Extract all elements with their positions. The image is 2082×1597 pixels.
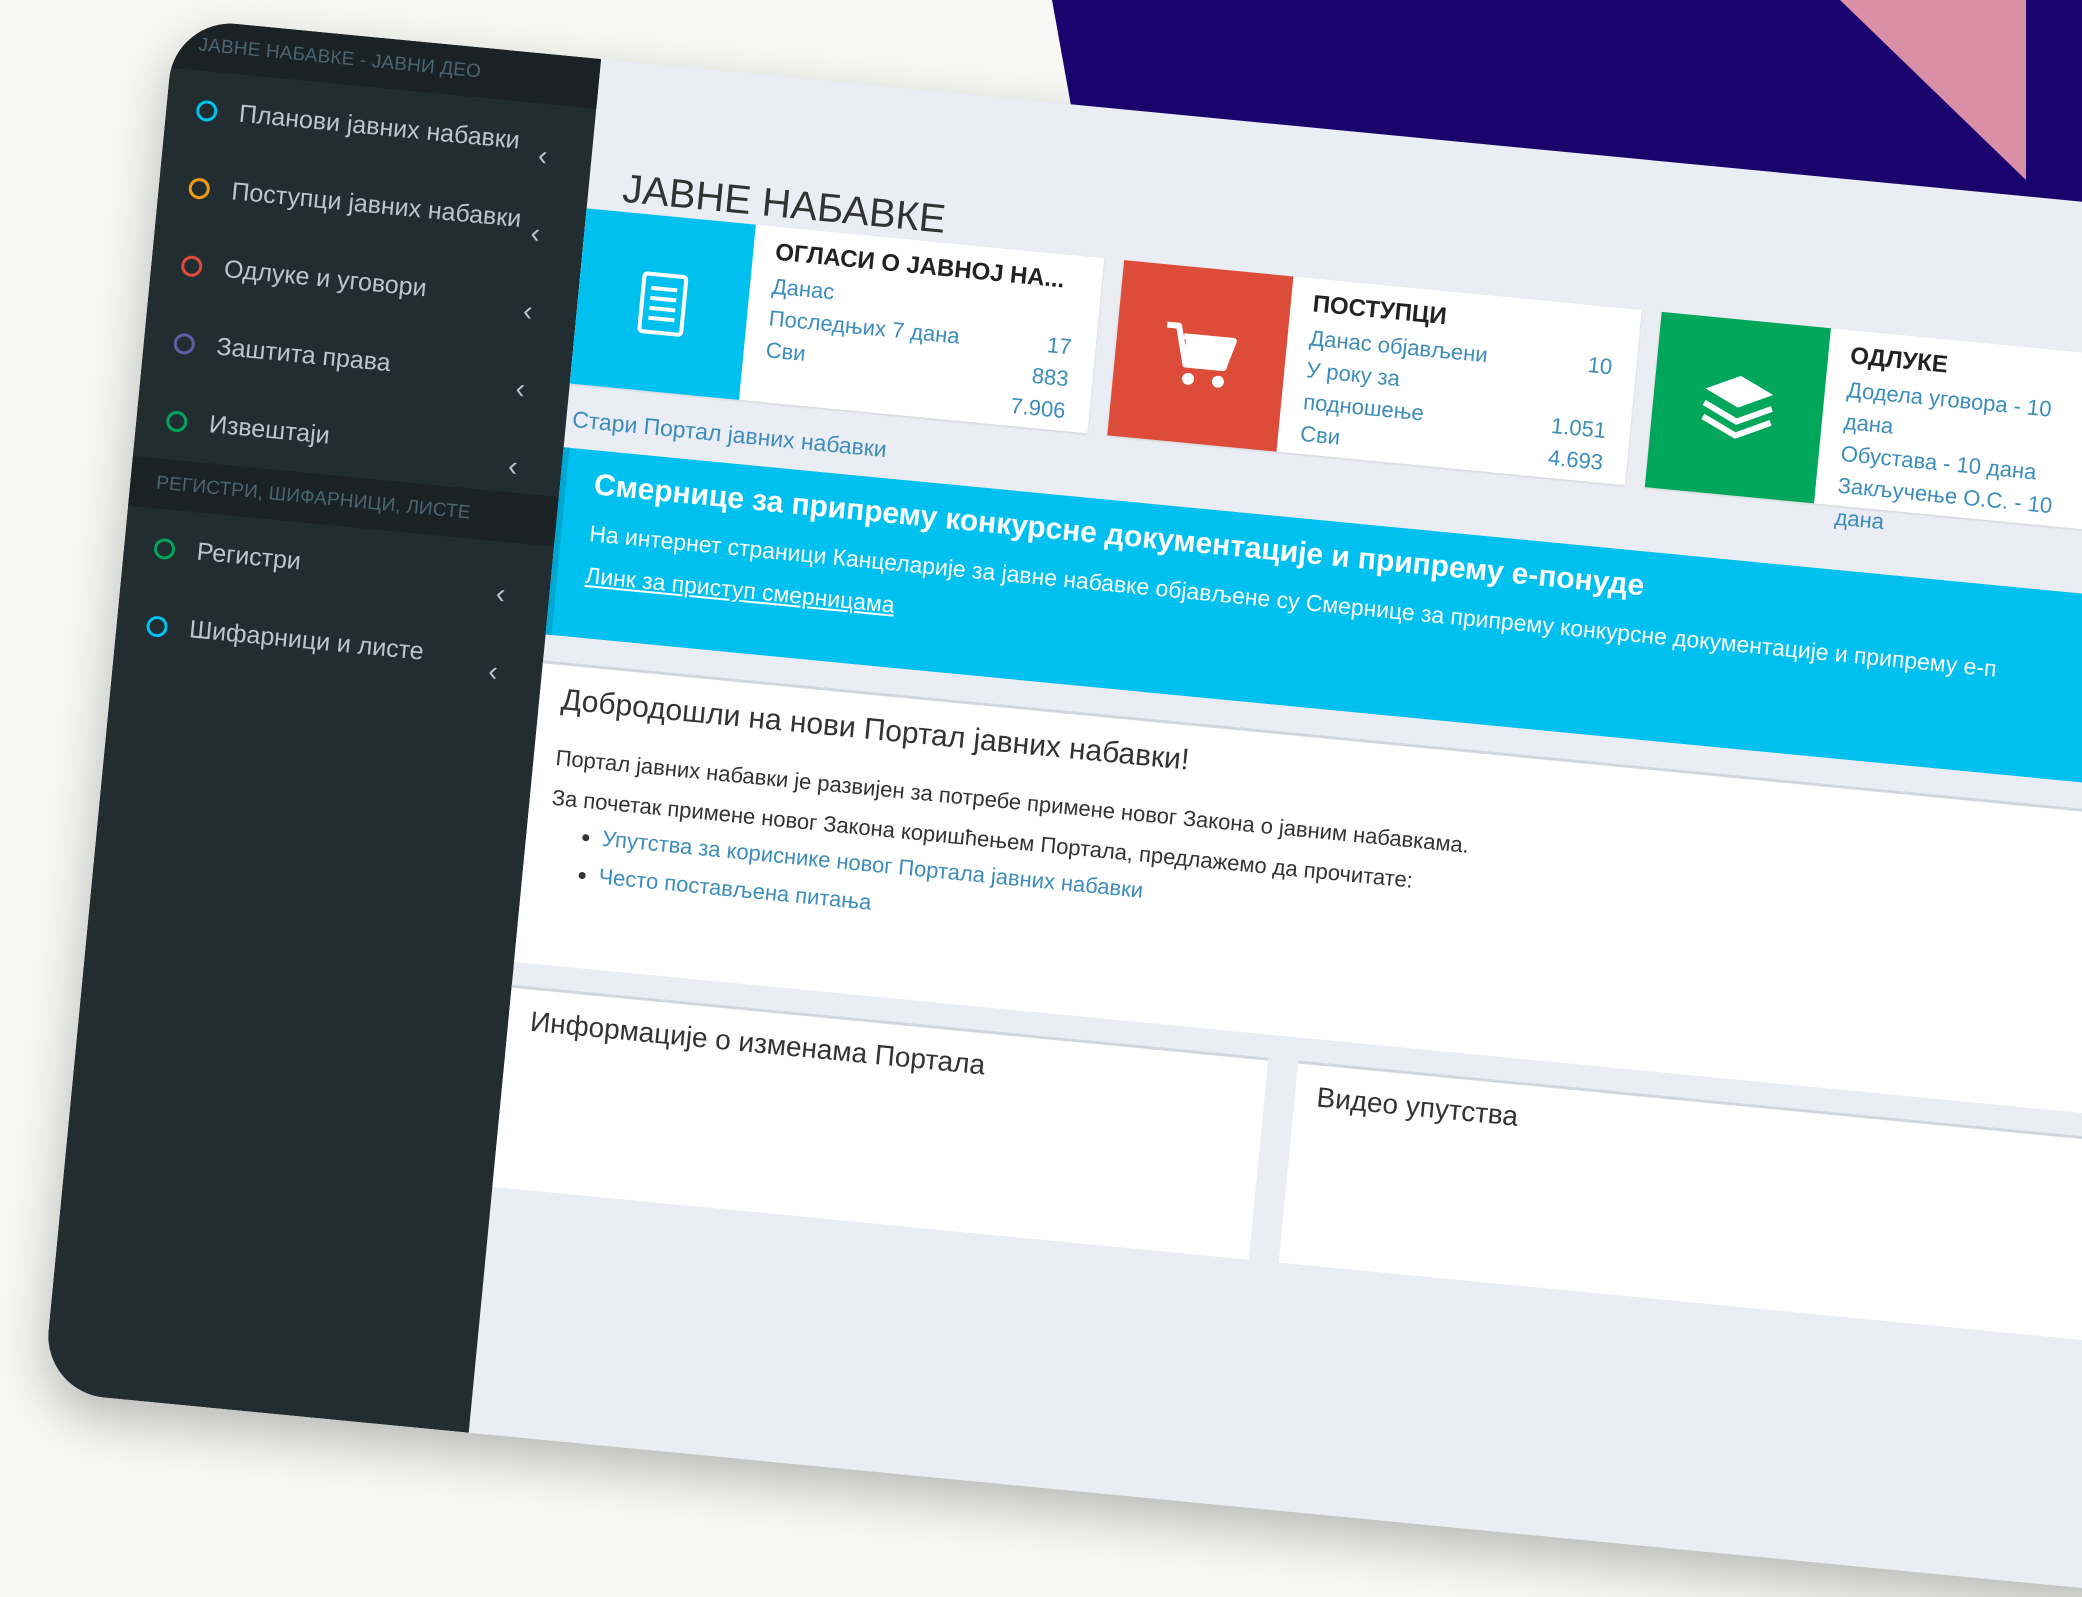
- stat-icon-bg: [569, 208, 756, 400]
- layers-icon: [1701, 375, 1774, 439]
- sidebar-item-label: Заштита права: [215, 332, 393, 377]
- chevron-left-icon: ‹: [521, 294, 535, 327]
- shopping-cart-icon: [1166, 321, 1237, 388]
- stat-label: дана: [1842, 408, 1895, 439]
- sidebar-item-label: Шифарници и листе: [188, 614, 426, 666]
- circle-icon: [165, 409, 189, 433]
- stat-value: 4.693: [1546, 444, 1605, 475]
- stat-value: 7.906: [1009, 392, 1067, 424]
- circle-icon: [153, 536, 177, 560]
- chevron-left-icon: ‹: [494, 577, 507, 610]
- chevron-left-icon: ‹: [529, 217, 542, 249]
- chevron-left-icon: ‹: [536, 139, 549, 172]
- stat-box-decisions[interactable]: ОДЛУКЕ Додела уговора - 1074 дана Обуста…: [1644, 311, 2082, 541]
- stat-icon-bg: [1107, 260, 1294, 452]
- chevron-left-icon: ‹: [506, 450, 520, 482]
- box-title: Информације о изменама Портала: [528, 1005, 987, 1081]
- sidebar-item-label: Извештаји: [207, 409, 332, 450]
- stat-icon-bg: [1644, 311, 1831, 504]
- stat-value: 883: [1030, 362, 1070, 392]
- sidebar-item-label: Регистри: [195, 537, 303, 576]
- circle-icon: [195, 99, 219, 122]
- sidebar-item-label: Планови јавних набавки: [237, 99, 522, 155]
- portal-changes-box: Информације о изменама Портала: [492, 984, 1269, 1260]
- portal-screenshot: ЈАВНЕ НАБАВКЕ - ЈАВНИ ДЕО Планови јавних…: [42, 18, 2082, 1597]
- box-title: Видео упутства: [1315, 1081, 1520, 1132]
- circle-icon: [180, 254, 204, 278]
- chevron-left-icon: ‹: [514, 372, 527, 405]
- stat-box-procedures[interactable]: ПОСТУПЦИ Данас објављени 10 У року за под…: [1107, 260, 1642, 486]
- stat-label: Сви: [1299, 420, 1342, 450]
- stat-value: [1073, 300, 1076, 332]
- stat-value: [1608, 383, 1611, 415]
- sidebar-item-label: Поступци јавних набавки: [230, 176, 523, 233]
- stat-label: Сви: [764, 337, 807, 366]
- circle-icon: [187, 176, 211, 200]
- video-guides-box: Видео упутства: [1278, 1060, 2082, 1349]
- sidebar-item-label: Одлуке и уговори: [222, 254, 428, 302]
- stat-value: 10: [1586, 352, 1614, 380]
- stat-value: 17: [1046, 332, 1073, 360]
- circle-icon: [172, 331, 196, 355]
- chevron-left-icon: ‹: [487, 655, 500, 687]
- main-content: ЈАВНЕ НАБАВКЕ ОГЛАСИ О ЈАВНОЈ НА... Дана…: [469, 59, 2082, 1597]
- stat-box-notices[interactable]: ОГЛАСИ О ЈАВНОЈ НА... Данас Последњих 7 …: [569, 208, 1105, 434]
- stat-label: дана: [1833, 504, 1886, 535]
- document-list-icon: [637, 271, 689, 337]
- stat-value: 1.051: [1550, 412, 1608, 444]
- stat-label: [761, 366, 764, 398]
- circle-icon: [145, 614, 169, 638]
